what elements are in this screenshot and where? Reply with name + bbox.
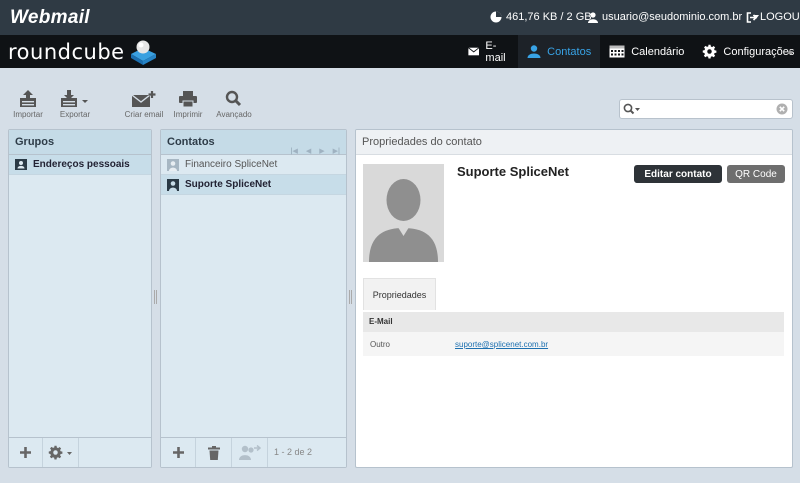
group-move-icon — [238, 445, 261, 460]
quota-text: 461,76 KB / 2 GB — [506, 11, 592, 23]
username: usuario@seudominio.com.br — [602, 11, 743, 23]
top-bar: Webmail 461,76 KB / 2 GB usuario@seudomi… — [0, 0, 800, 35]
email-field-label: Outro — [370, 340, 391, 349]
import-label: Importar — [13, 110, 43, 119]
contact-details-panel: Propriedades do contato Suporte SpliceNe… — [355, 129, 793, 468]
calendar-icon — [609, 45, 625, 58]
qr-code-button[interactable]: QR Code — [727, 165, 785, 183]
advanced-search-button[interactable]: Avançado — [212, 90, 256, 119]
compose-label: Criar email — [124, 110, 164, 119]
task-navigation: E-mail Contatos Calendário Configurações — [459, 35, 800, 68]
brand-logo: Webmail — [10, 7, 90, 28]
trash-icon — [207, 445, 220, 460]
export-icon — [61, 90, 88, 107]
task-calendar[interactable]: Calendário — [600, 35, 693, 68]
delete-contact-button[interactable] — [196, 438, 232, 467]
tab-properties[interactable]: Propriedades — [363, 278, 436, 310]
user-icon — [588, 11, 598, 23]
pie-chart-icon — [490, 11, 502, 23]
groups-list: Endereços pessoais — [9, 155, 151, 437]
app-header: roundcube E-mail Contatos Calendário Con… — [0, 35, 800, 68]
import-icon — [20, 90, 36, 107]
user-menu[interactable]: usuario@seudominio.com.br — [588, 11, 761, 23]
gear-menu-icon — [48, 445, 72, 460]
advanced-label: Avançado — [216, 110, 252, 119]
splitter-handle[interactable] — [349, 290, 352, 304]
email-link[interactable]: suporte@splicenet.com.br — [455, 340, 548, 349]
roundcube-logo: roundcube — [8, 39, 158, 65]
quota-indicator: 461,76 KB / 2 GB — [490, 11, 592, 23]
contacts-count: 1 - 2 de 2 — [274, 447, 313, 457]
contact-avatar-icon — [167, 178, 179, 191]
contacts-panel: Contatos |◀ ◀ ▶ ▶| Financeiro SpliceNet … — [160, 129, 347, 468]
task-contacts-label: Contatos — [547, 45, 592, 58]
contact-photo — [363, 164, 444, 262]
email-field-row: Outro suporte@splicenet.com.br — [363, 332, 784, 356]
contact-row[interactable]: Suporte SpliceNet — [161, 175, 346, 195]
printer-icon — [179, 91, 197, 108]
move-to-group-button[interactable] — [232, 438, 268, 467]
address-book-icon — [15, 159, 27, 170]
roundcube-logo-icon — [130, 40, 156, 65]
contacts-title: Contatos — [167, 136, 215, 148]
task-email-label: E-mail — [485, 39, 506, 64]
print-button[interactable]: Imprimir — [166, 90, 210, 119]
splitter-handle[interactable] — [154, 290, 157, 304]
group-item-label: Endereços pessoais — [33, 159, 130, 170]
search-input[interactable] — [642, 102, 772, 116]
logout-icon — [746, 11, 757, 23]
compose-button[interactable]: Criar email — [121, 90, 167, 119]
gear-icon — [703, 44, 717, 59]
contacts-list: Financeiro SpliceNet Suporte SpliceNet — [161, 155, 346, 437]
contacts-header: Contatos |◀ ◀ ▶ ▶| — [161, 130, 346, 155]
print-label: Imprimir — [173, 110, 203, 119]
plus-icon — [172, 447, 184, 458]
contact-row[interactable]: Financeiro SpliceNet — [161, 155, 346, 175]
export-label: Exportar — [59, 110, 91, 119]
contact-display-name: Suporte SpliceNet — [457, 164, 569, 179]
person-icon — [527, 45, 541, 58]
contact-frame-title: Propriedades do contato — [356, 130, 792, 155]
groups-footer — [9, 437, 151, 467]
caret-up-icon[interactable]: ▲ — [786, 47, 794, 56]
email-section-header: E-Mail — [363, 312, 784, 332]
add-group-button[interactable] — [9, 438, 43, 467]
group-item-personal[interactable]: Endereços pessoais — [9, 155, 151, 175]
logout-label: LOGOUT — [760, 11, 800, 23]
default-avatar-icon — [363, 164, 444, 262]
envelope-add-icon — [132, 91, 156, 107]
contact-name: Financeiro SpliceNet — [185, 159, 278, 170]
import-button[interactable]: Importar — [6, 90, 50, 119]
magnifier-icon — [225, 90, 242, 107]
groups-header: Grupos — [9, 130, 151, 155]
task-settings-label: Configurações — [723, 45, 795, 58]
plus-icon — [20, 447, 31, 458]
group-options-button[interactable] — [43, 438, 79, 467]
add-contact-button[interactable] — [161, 438, 196, 467]
edit-contact-button[interactable]: Editar contato — [634, 165, 722, 183]
task-settings[interactable]: Configurações — [693, 35, 800, 68]
groups-panel: Grupos Endereços pessoais — [8, 129, 152, 468]
contacts-footer: 1 - 2 de 2 — [161, 437, 346, 467]
envelope-icon — [468, 47, 480, 56]
quick-search — [619, 99, 793, 119]
contact-name: Suporte SpliceNet — [185, 179, 272, 190]
contact-avatar-icon — [167, 158, 179, 171]
logo-text: roundcube — [8, 40, 125, 64]
export-button[interactable]: Exportar — [53, 90, 97, 119]
clear-search-icon[interactable] — [776, 103, 788, 115]
task-calendar-label: Calendário — [631, 45, 685, 58]
task-contacts[interactable]: Contatos — [518, 35, 601, 68]
logout-button[interactable]: LOGOUT — [746, 11, 800, 23]
task-email[interactable]: E-mail — [459, 35, 518, 68]
search-options-icon[interactable] — [623, 103, 641, 115]
